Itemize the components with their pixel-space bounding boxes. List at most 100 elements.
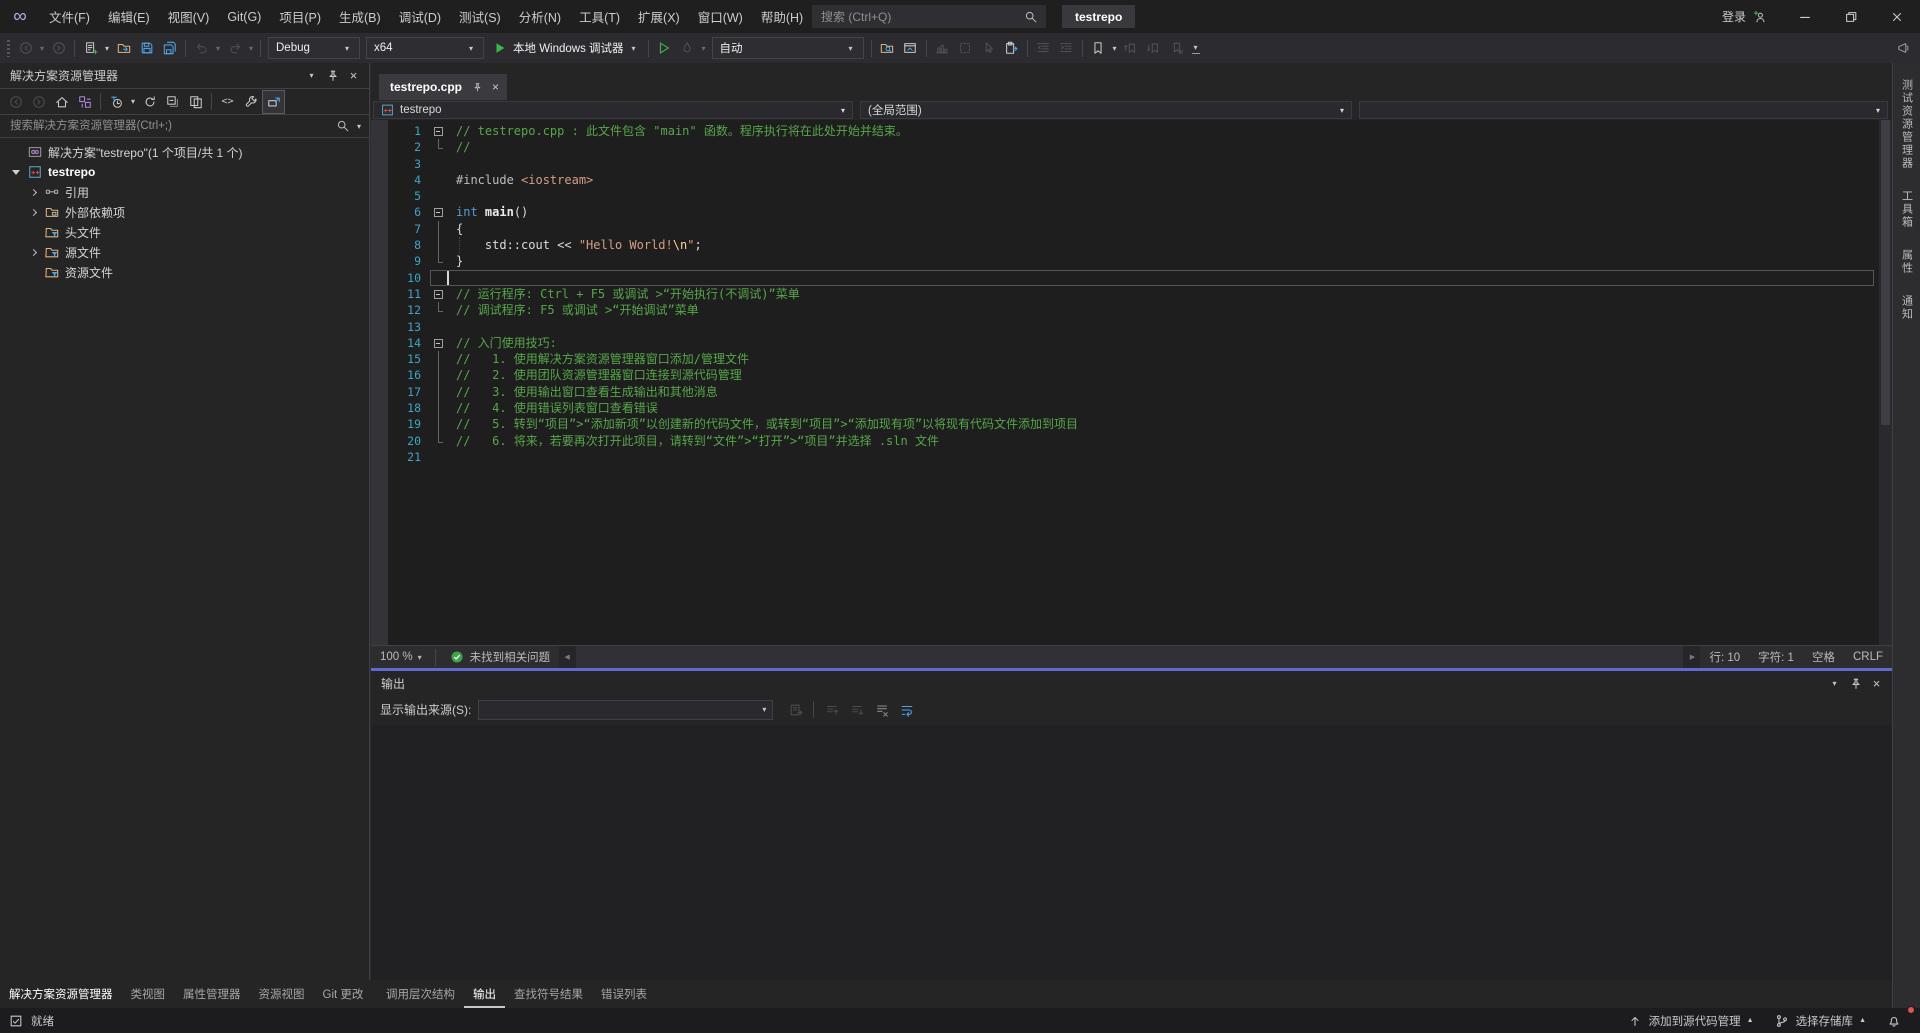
tree-expander[interactable] <box>10 170 22 175</box>
bottom-dock-tab[interactable]: 调用层次结构 <box>377 980 464 1008</box>
se-sync-with-active-document-button[interactable] <box>184 90 207 114</box>
code-line[interactable]: 6int main() <box>371 204 1878 220</box>
se-switch-views-button[interactable] <box>73 90 96 114</box>
se-collapse-all-button[interactable] <box>161 90 184 114</box>
code-line[interactable]: 7{ <box>371 221 1878 237</box>
toolbar-overflow-button[interactable]: ▾ <box>1189 43 1203 54</box>
toolbar-grip-handle[interactable] <box>7 40 10 57</box>
output-source-dropdown[interactable]: ▾ <box>478 700 773 720</box>
tree-item[interactable]: ++testrepo <box>0 162 369 182</box>
document-health-indicator[interactable]: 未找到相关问题 <box>440 646 560 668</box>
search-input[interactable] <box>819 9 1023 25</box>
notifications-button[interactable] <box>1876 1008 1912 1033</box>
left-dock-tab[interactable]: 属性管理器 <box>174 980 250 1008</box>
code-line[interactable]: 12// 调试程序: F5 或调试 >“开始调试”菜单 <box>371 302 1878 318</box>
code-line[interactable]: 4#include <iostream> <box>371 172 1878 188</box>
fold-margin-cell[interactable] <box>430 286 446 302</box>
left-dock-tab[interactable]: 解决方案资源管理器 <box>0 980 122 1008</box>
open-file-button[interactable] <box>112 36 135 60</box>
column-indicator[interactable]: 字符: 1 <box>1749 649 1803 665</box>
se-refresh-button[interactable] <box>138 90 161 114</box>
dropdown-caret-icon[interactable]: ▾ <box>128 97 138 106</box>
tree-item[interactable]: 头文件 <box>0 222 369 242</box>
code-line[interactable]: 18// 4. 使用错误列表窗口查看错误 <box>371 400 1878 416</box>
save-button[interactable] <box>135 36 158 60</box>
toggle-word-wrap-button[interactable] <box>895 698 918 722</box>
tree-item[interactable]: 源文件 <box>0 242 369 262</box>
code-line[interactable]: 15// 1. 使用解决方案资源管理器窗口添加/管理文件 <box>371 351 1878 367</box>
fold-collapse-box[interactable] <box>434 127 443 136</box>
menu-item-6[interactable]: 调试(D) <box>390 0 450 33</box>
add-to-source-control-button[interactable]: 添加到源代码管理 ▲ <box>1617 1008 1764 1033</box>
new-project-button[interactable] <box>79 36 102 60</box>
minimize-button[interactable] <box>1782 0 1828 33</box>
se-view-code-button[interactable]: <> <box>216 90 239 114</box>
menu-item-3[interactable]: Git(G) <box>218 0 270 33</box>
find-in-files-button[interactable] <box>876 36 899 60</box>
menu-item-9[interactable]: 工具(T) <box>570 0 629 33</box>
scroll-left-icon[interactable]: ◀ <box>559 653 575 661</box>
search-icon[interactable] <box>335 118 351 134</box>
solution-explorer-search[interactable]: ▾ <box>0 115 369 138</box>
code-line[interactable]: 14// 入门使用技巧: <box>371 335 1878 351</box>
code-line[interactable]: 16// 2. 使用团队资源管理器窗口连接到源代码管理 <box>371 367 1878 383</box>
restore-button[interactable] <box>1828 0 1874 33</box>
close-icon[interactable]: × <box>1867 674 1886 693</box>
code-line[interactable]: 13 <box>371 319 1878 335</box>
dropdown-caret-icon[interactable]: ▾ <box>1110 44 1120 53</box>
platform-dropdown[interactable]: x64▾ <box>366 37 484 59</box>
project-scope-dropdown[interactable]: ++ testrepo ▾ <box>373 101 853 119</box>
pin-icon[interactable] <box>1846 674 1865 693</box>
tree-item[interactable]: 资源文件 <box>0 262 369 282</box>
right-autohide-tab-2[interactable]: 属性 <box>1899 249 1915 275</box>
menu-item-1[interactable]: 编辑(E) <box>99 0 159 33</box>
left-dock-tab[interactable]: 类视图 <box>122 980 175 1008</box>
close-icon[interactable]: × <box>344 66 363 85</box>
search-icon[interactable] <box>1023 9 1039 25</box>
tree-item[interactable]: 外部依赖项 <box>0 202 369 222</box>
left-dock-tab[interactable]: 资源视图 <box>250 980 314 1008</box>
bottom-dock-tab[interactable]: 输出 <box>464 980 505 1008</box>
pin-icon[interactable] <box>323 66 342 85</box>
left-dock-tab[interactable]: Git 更改 <box>314 980 373 1008</box>
menu-item-4[interactable]: 项目(P) <box>270 0 330 33</box>
navigate-to-button[interactable] <box>899 36 922 60</box>
code-line[interactable]: 21 <box>371 449 1878 465</box>
bottom-dock-tab[interactable]: 错误列表 <box>592 980 656 1008</box>
dropdown-caret-icon[interactable]: ▾ <box>102 44 112 53</box>
code-line[interactable]: 10 <box>371 270 1878 286</box>
code-line[interactable]: 17// 3. 使用输出窗口查看生成输出和其他消息 <box>371 384 1878 400</box>
spaces-indicator[interactable]: 空格 <box>1803 649 1844 665</box>
code-line[interactable]: 1// testrepo.cpp : 此文件包含 "main" 函数。程序执行将… <box>371 123 1878 139</box>
fold-margin-cell[interactable] <box>430 204 446 220</box>
horizontal-scrollbar[interactable]: ◀ ▶ <box>559 646 1700 668</box>
scrollbar-thumb[interactable] <box>1881 120 1890 425</box>
fold-collapse-box[interactable] <box>434 339 443 348</box>
save-all-button[interactable] <box>158 36 181 60</box>
code-editor[interactable]: 1// testrepo.cpp : 此文件包含 "main" 函数。程序执行将… <box>371 120 1892 645</box>
right-autohide-tab-0[interactable]: 测试资源管理器 <box>1899 79 1915 170</box>
line-indicator[interactable]: 行: 10 <box>1700 649 1749 665</box>
code-line[interactable]: 9} <box>371 253 1878 269</box>
scrollbar-thumb[interactable] <box>576 646 1683 668</box>
tree-item[interactable]: 解决方案"testrepo"(1 个项目/共 1 个) <box>0 142 369 162</box>
clear-all-button[interactable] <box>870 698 893 722</box>
vertical-scrollbar[interactable] <box>1879 120 1892 645</box>
tree-item[interactable]: 引用 <box>0 182 369 202</box>
fold-margin-cell[interactable] <box>430 335 446 351</box>
attach-mode-dropdown[interactable]: 自动▾ <box>712 37 864 59</box>
se-preview-selected-items-button[interactable] <box>262 90 285 114</box>
code-line[interactable]: 3 <box>371 156 1878 172</box>
menu-item-5[interactable]: 生成(B) <box>330 0 390 33</box>
bottom-dock-tab[interactable]: 查找符号结果 <box>505 980 592 1008</box>
code-line[interactable]: 11// 运行程序: Ctrl + F5 或调试 >“开始执行(不调试)”菜单 <box>371 286 1878 302</box>
menu-item-11[interactable]: 窗口(W) <box>689 0 752 33</box>
type-scope-dropdown[interactable]: (全局范围) ▾ <box>860 101 1352 119</box>
fold-collapse-box[interactable] <box>434 290 443 299</box>
configuration-dropdown[interactable]: Debug▾ <box>268 37 360 59</box>
close-icon[interactable]: × <box>492 80 499 94</box>
right-autohide-tab-1[interactable]: 工具箱 <box>1899 190 1915 229</box>
fold-collapse-box[interactable] <box>434 208 443 217</box>
window-position-icon[interactable]: ▾ <box>302 66 321 85</box>
tree-expander[interactable] <box>27 250 39 255</box>
